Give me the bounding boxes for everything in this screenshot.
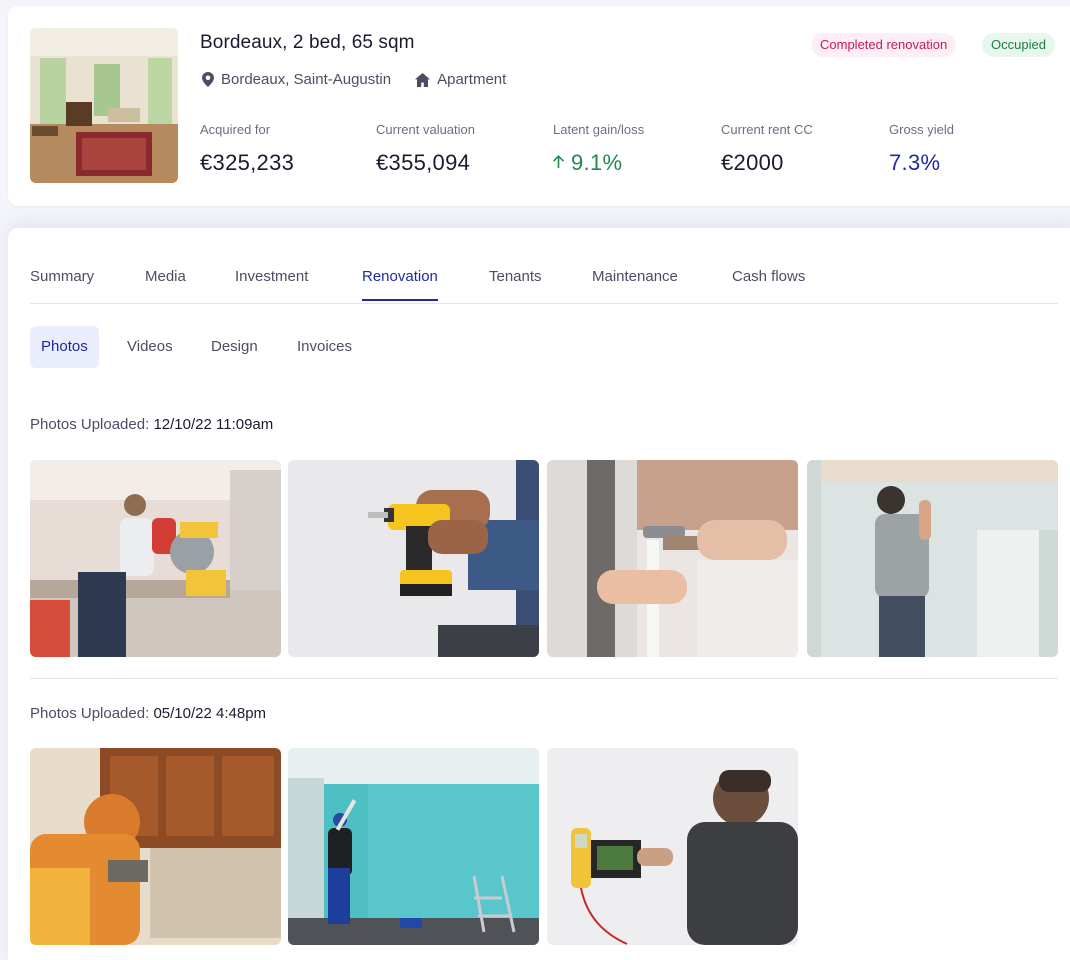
property-tabs: Summary Media Investment Renovation Tena… bbox=[30, 268, 1058, 304]
photo-miter-saw-cutting[interactable] bbox=[30, 460, 281, 657]
property-card: Bordeaux, 2 bed, 65 sqm Completed renova… bbox=[8, 6, 1070, 206]
photo-group-label: Photos Uploaded: 12/10/22 11:09am bbox=[30, 416, 273, 433]
tab-media[interactable]: Media bbox=[145, 268, 186, 299]
subtab-videos[interactable]: Videos bbox=[127, 326, 173, 368]
occupancy-status-badge: Occupied bbox=[982, 33, 1055, 57]
stat-value: €355,094 bbox=[376, 150, 471, 175]
photo-group-divider bbox=[30, 678, 1058, 679]
tab-investment[interactable]: Investment bbox=[235, 268, 308, 299]
photo-painting-ceiling[interactable] bbox=[807, 460, 1058, 657]
upload-label: Photos Uploaded: bbox=[30, 705, 150, 722]
stat-gain: Latent gain/loss 9.1% bbox=[553, 122, 644, 176]
stat-valuation: Current valuation €355,094 bbox=[376, 122, 475, 176]
arrow-up-icon bbox=[553, 154, 564, 173]
stat-label: Latent gain/loss bbox=[553, 122, 645, 137]
tab-cash-flows[interactable]: Cash flows bbox=[732, 268, 805, 299]
photo-cordless-drill[interactable] bbox=[288, 460, 539, 657]
stat-label: Current rent CC bbox=[721, 122, 813, 137]
stat-value: 7.3% bbox=[889, 150, 941, 175]
stat-value: €325,233 bbox=[200, 150, 295, 175]
stat-value: €2000 bbox=[721, 150, 784, 175]
photo-kitchen-cabinet-install[interactable] bbox=[30, 748, 281, 945]
upload-label: Photos Uploaded: bbox=[30, 416, 150, 433]
main-panel: Summary Media Investment Renovation Tena… bbox=[8, 228, 1070, 960]
subtab-photos[interactable]: Photos bbox=[30, 326, 99, 368]
property-location: Bordeaux, Saint-Augustin bbox=[221, 71, 392, 88]
property-type: Apartment bbox=[437, 71, 507, 88]
subtab-design[interactable]: Design bbox=[211, 326, 258, 368]
stat-label: Acquired for bbox=[200, 122, 271, 137]
tab-maintenance[interactable]: Maintenance bbox=[592, 268, 678, 299]
photo-painting-blue-wall[interactable] bbox=[288, 748, 539, 945]
tab-renovation[interactable]: Renovation bbox=[362, 268, 438, 301]
subtab-invoices[interactable]: Invoices bbox=[297, 326, 352, 368]
stat-label: Current valuation bbox=[376, 122, 475, 137]
property-thumbnail[interactable] bbox=[30, 28, 178, 183]
map-pin-icon bbox=[202, 72, 214, 87]
gain-value: 9.1% bbox=[571, 150, 623, 175]
photo-group-label: Photos Uploaded: 05/10/22 4:48pm bbox=[30, 705, 266, 722]
house-icon bbox=[415, 72, 431, 87]
stat-acquired: Acquired for €325,233 bbox=[200, 122, 294, 176]
stat-value: 9.1% bbox=[553, 150, 644, 176]
tab-tenants[interactable]: Tenants bbox=[489, 268, 542, 299]
stat-rent: Current rent CC €2000 bbox=[721, 122, 813, 176]
property-title: Bordeaux, 2 bed, 65 sqm bbox=[200, 32, 415, 53]
stat-yield: Gross yield 7.3% bbox=[889, 122, 954, 176]
renovation-status-badge: Completed renovation bbox=[811, 33, 957, 57]
upload-timestamp: 05/10/22 4:48pm bbox=[153, 705, 267, 722]
photo-electrician-multimeter[interactable] bbox=[547, 748, 798, 945]
stat-label: Gross yield bbox=[889, 122, 955, 137]
photo-hammer-wall[interactable] bbox=[547, 460, 798, 657]
upload-timestamp: 12/10/22 11:09am bbox=[153, 416, 274, 433]
tab-summary[interactable]: Summary bbox=[30, 268, 94, 299]
property-meta: Bordeaux, Saint-Augustin Apartment bbox=[202, 71, 506, 88]
